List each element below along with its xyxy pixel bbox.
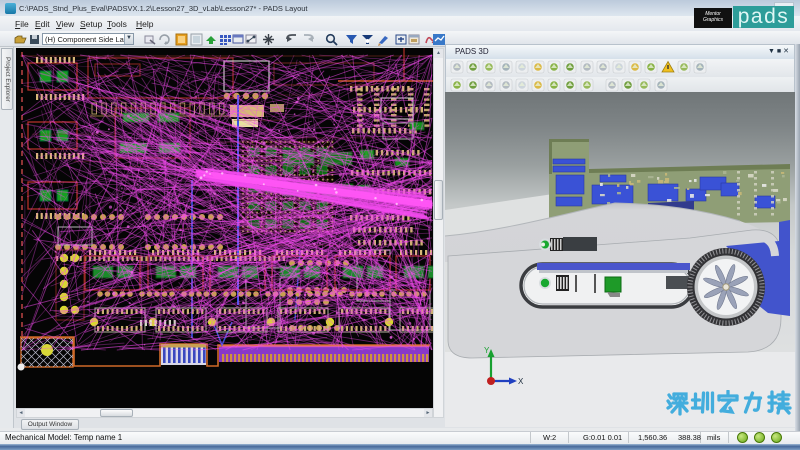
svg-text:X: X: [518, 377, 524, 386]
svg-text:Y: Y: [484, 346, 490, 355]
